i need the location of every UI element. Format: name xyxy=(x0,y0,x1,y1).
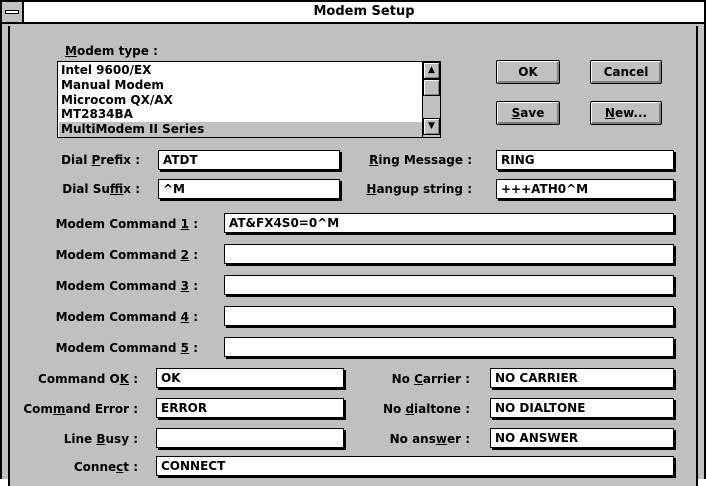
list-item[interactable]: MT2834BA xyxy=(59,107,422,122)
list-item[interactable]: Manual Modem xyxy=(59,78,422,93)
scroll-down-arrow-icon[interactable]: ▼ xyxy=(423,118,440,135)
dial-prefix-label: Dial Prefix : xyxy=(61,153,140,167)
line-busy-field[interactable] xyxy=(156,428,344,448)
scroll-up-arrow-icon[interactable]: ▲ xyxy=(423,62,440,79)
command-error-field[interactable]: ERROR xyxy=(156,398,344,418)
line-busy-label: Line Busy : xyxy=(63,432,138,446)
listbox-scrollbar[interactable]: ▲ ▼ xyxy=(422,62,440,137)
modem-command-5-label: Modem Command 5 : xyxy=(55,341,198,355)
dial-suffix-label: Dial Suffix : xyxy=(62,182,140,196)
new-button[interactable]: New... xyxy=(590,101,662,125)
no-answer-label: No answer : xyxy=(389,432,470,446)
no-answer-field[interactable]: NO ANSWER xyxy=(490,428,674,448)
modem-command-4-label: Modem Command 4 : xyxy=(55,310,198,324)
dial-suffix-field[interactable]: ^M xyxy=(158,179,340,199)
dial-prefix-field[interactable]: ATDT xyxy=(158,150,340,170)
hangup-string-label: Hangup string : xyxy=(366,182,472,196)
modem-command-1-label: Modem Command 1 : xyxy=(55,217,198,231)
window-title: Modem Setup xyxy=(313,4,415,19)
cancel-button[interactable]: Cancel xyxy=(590,60,662,84)
modem-command-3-label: Modem Command 3 : xyxy=(55,279,198,293)
no-dialtone-label: No dialtone : xyxy=(382,402,470,416)
command-ok-field[interactable]: OK xyxy=(156,368,344,388)
modem-command-4-field[interactable] xyxy=(224,306,674,326)
modem-command-2-field[interactable] xyxy=(224,244,674,264)
scroll-thumb[interactable] xyxy=(423,79,440,96)
modem-command-5-field[interactable] xyxy=(224,337,674,357)
command-error-label: Command Error : xyxy=(23,402,138,416)
no-carrier-label: No Carrier : xyxy=(391,372,470,386)
list-item[interactable]: Intel 9600/EX xyxy=(59,63,422,78)
hangup-string-field[interactable]: +++ATH0^M xyxy=(496,179,674,199)
no-carrier-field[interactable]: NO CARRIER xyxy=(490,368,674,388)
system-menu-icon xyxy=(5,10,19,14)
ring-message-label: Ring Message : xyxy=(369,153,472,167)
modem-command-1-field[interactable]: AT&FX4S0=0^M xyxy=(224,213,674,233)
ok-button[interactable]: OK xyxy=(496,60,560,84)
connect-label: Connect : xyxy=(73,460,138,474)
modem-setup-window: Modem Setup Modem type : Intel 9600/EX M… xyxy=(0,0,706,486)
connect-field[interactable]: CONNECT xyxy=(156,456,674,476)
dialog-client: Modem type : Intel 9600/EX Manual Modem … xyxy=(8,26,698,486)
command-ok-label: Command OK : xyxy=(38,372,138,386)
modem-command-2-label: Modem Command 2 : xyxy=(55,248,198,262)
ring-message-field[interactable]: RING xyxy=(496,150,674,170)
modem-type-label: Modem type : xyxy=(65,44,158,58)
save-button[interactable]: Save xyxy=(496,101,560,125)
modem-type-listbox[interactable]: Intel 9600/EX Manual Modem Microcom QX/A… xyxy=(57,61,441,138)
system-menu-button[interactable] xyxy=(2,2,24,22)
list-item[interactable]: Microcom QX/AX xyxy=(59,93,422,108)
modem-command-3-field[interactable] xyxy=(224,275,674,295)
list-item-selected[interactable]: MultiModem II Series xyxy=(59,122,422,137)
title-bar: Modem Setup xyxy=(2,2,704,24)
no-dialtone-field[interactable]: NO DIALTONE xyxy=(490,398,674,418)
